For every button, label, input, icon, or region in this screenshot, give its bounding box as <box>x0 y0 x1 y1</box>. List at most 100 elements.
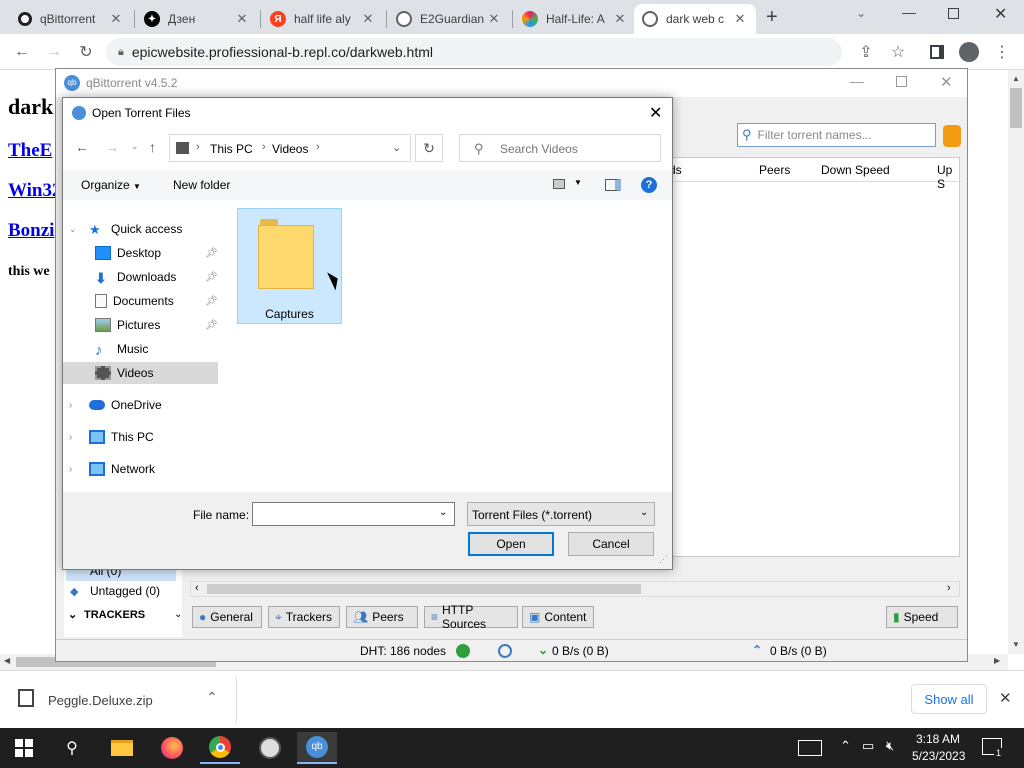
scroll-down-icon[interactable]: ▼ <box>1012 640 1020 649</box>
cancel-button[interactable]: Cancel <box>568 532 654 556</box>
scroll-right-icon[interactable]: › <box>947 582 951 594</box>
transfer-horizontal-scrollbar[interactable]: ‹ › <box>190 581 960 597</box>
tab-general[interactable]: ● General <box>192 606 262 628</box>
tab-e2guardian[interactable]: E2Guardian ✕ <box>388 4 510 34</box>
nav-desktop[interactable]: Desktop 📌︎ <box>63 242 218 264</box>
back-button[interactable]: ← <box>10 40 34 64</box>
tab-trackers[interactable]: ⌖ Trackers <box>268 606 340 628</box>
tab-content[interactable]: ▣ Content <box>522 606 594 628</box>
trackers-section[interactable]: ⌄ TRACKERS <box>66 605 176 625</box>
close-icon[interactable]: ✕ <box>108 11 124 27</box>
close-icon[interactable]: ✕ <box>486 11 502 27</box>
chevron-down-icon[interactable]: ⌄ <box>174 609 182 620</box>
reload-button[interactable]: ↻ <box>74 40 98 64</box>
tab-search-chevron-icon[interactable]: ⌄ <box>856 6 866 20</box>
close-button[interactable]: ✕ <box>940 73 953 91</box>
chevron-down-icon[interactable]: ⌄ <box>439 507 447 518</box>
close-shelf-icon[interactable]: ✕ <box>999 689 1012 707</box>
organize-button[interactable]: Organize ▼ <box>81 178 141 192</box>
page-link-2[interactable]: Win32 <box>8 180 62 202</box>
forward-arrow-icon[interactable]: → <box>105 139 119 155</box>
folder-captures[interactable]: Captures <box>237 208 342 324</box>
share-icon[interactable]: ⇪ <box>854 40 878 64</box>
nav-downloads[interactable]: ⬇︎ Downloads 📌︎ <box>63 266 218 288</box>
page-vertical-scrollbar[interactable]: ▲ ▼ <box>1008 70 1024 654</box>
clock-date[interactable]: 5/23/2023 <box>912 749 965 763</box>
network-status-icon[interactable]: ▭ <box>862 738 874 754</box>
page-link-3[interactable]: Bonzi <box>8 220 54 242</box>
tab-peers[interactable]: 👥︎ Peers <box>346 606 418 628</box>
side-panel-icon[interactable] <box>925 40 949 64</box>
nav-pictures[interactable]: Pictures 📌︎ <box>63 314 218 336</box>
nav-videos[interactable]: Videos <box>63 362 218 384</box>
profile-avatar[interactable] <box>957 40 981 64</box>
chevron-up-icon[interactable]: ⌃ <box>840 738 851 754</box>
new-folder-button[interactable]: New folder <box>173 178 230 192</box>
nav-music[interactable]: ♪ Music <box>63 338 218 360</box>
scroll-left-icon[interactable]: ‹ <box>195 582 199 594</box>
chrome-menu-icon[interactable]: ⋮ <box>990 40 1014 64</box>
filter-torrents-input[interactable]: ⚲ Filter torrent names... <box>737 123 936 147</box>
new-tab-button[interactable]: + <box>766 6 778 29</box>
nav-documents[interactable]: Documents 📌︎ <box>63 290 218 312</box>
file-type-select[interactable]: Torrent Files (*.torrent) ⌄ <box>467 502 655 526</box>
qbittorrent-taskbar-icon[interactable]: qb <box>297 732 337 764</box>
breadcrumb[interactable]: › This PC › Videos › ⌄ <box>169 134 411 162</box>
clock-app-icon[interactable] <box>250 732 290 764</box>
lock-icon[interactable] <box>943 125 961 147</box>
start-button[interactable] <box>4 732 44 764</box>
breadcrumb-videos[interactable]: Videos <box>272 142 308 156</box>
maximize-button[interactable] <box>896 76 907 87</box>
restore-button[interactable] <box>948 8 959 19</box>
clock-time[interactable]: 3:18 AM <box>916 732 960 746</box>
scroll-thumb[interactable] <box>207 584 641 594</box>
speed-limit-icon[interactable] <box>498 644 512 658</box>
search-videos-input[interactable]: ⚲ Search Videos <box>459 134 661 162</box>
resize-grip-icon[interactable]: ⋰ <box>659 554 668 565</box>
up-arrow-icon[interactable]: ↑ <box>149 139 156 155</box>
nav-quick-access[interactable]: ⌄ ★ Quick access <box>63 218 218 240</box>
close-window-button[interactable]: ✕ <box>994 4 1007 24</box>
firefox-icon[interactable] <box>152 732 192 764</box>
nav-network[interactable]: › Network <box>63 458 218 480</box>
open-button[interactable]: Open <box>468 532 554 556</box>
tab-dark-web[interactable]: dark web c ✕ <box>634 4 756 34</box>
filter-untagged[interactable]: ◆ Untagged (0) <box>66 581 176 601</box>
bookmark-star-icon[interactable]: ☆ <box>886 40 910 64</box>
chrome-icon[interactable] <box>200 732 240 764</box>
chevron-down-icon[interactable]: ⌄ <box>392 141 401 154</box>
keyboard-icon[interactable] <box>798 740 822 756</box>
close-icon[interactable]: ✕ <box>649 103 662 123</box>
minimize-button[interactable]: — <box>902 4 916 20</box>
scroll-left-icon[interactable]: ◀ <box>4 656 10 665</box>
tab-qbittorrent[interactable]: qBittorrent ✕ <box>10 4 132 34</box>
scroll-thumb[interactable] <box>1010 88 1022 128</box>
nav-onedrive[interactable]: › OneDrive <box>63 394 218 416</box>
breadcrumb-this-pc[interactable]: This PC <box>210 142 253 156</box>
volume-muted-icon[interactable]: 🔇︎ <box>886 738 894 754</box>
preview-pane-icon[interactable] <box>605 179 621 191</box>
download-file-name[interactable]: Peggle.Deluxe.zip <box>48 693 153 708</box>
close-icon[interactable]: ✕ <box>732 11 748 27</box>
address-bar[interactable]: 🔒︎ epicwebsite.profiessional-b.repl.co/d… <box>106 38 842 66</box>
close-icon[interactable]: ✕ <box>612 11 628 27</box>
chevron-down-icon[interactable]: ▼ <box>574 178 582 187</box>
tab-half-life[interactable]: Half-Life: A ✕ <box>514 4 636 34</box>
tab-yandex[interactable]: Я half life aly ✕ <box>262 4 384 34</box>
column-peers[interactable]: Peers <box>759 163 790 177</box>
recent-locations-chevron-icon[interactable]: ⌄ <box>131 141 139 152</box>
close-icon[interactable]: ✕ <box>360 11 376 27</box>
column-up-speed[interactable]: Up S <box>937 163 961 191</box>
file-name-input[interactable]: ⌄ <box>252 502 455 526</box>
view-icon[interactable] <box>553 179 565 189</box>
page-link-1[interactable]: TheE <box>8 140 52 162</box>
show-all-button[interactable]: Show all <box>911 684 987 714</box>
scroll-up-icon[interactable]: ▲ <box>1012 74 1020 83</box>
refresh-button[interactable]: ↻ <box>415 134 443 162</box>
column-down-speed[interactable]: Down Speed <box>821 163 890 177</box>
minimize-button[interactable]: — <box>850 73 864 89</box>
back-arrow-icon[interactable]: ← <box>75 139 89 155</box>
speed-button[interactable]: ▮ Speed <box>886 606 958 628</box>
scroll-right-icon[interactable]: ▶ <box>994 656 1000 665</box>
close-icon[interactable]: ✕ <box>234 11 250 27</box>
